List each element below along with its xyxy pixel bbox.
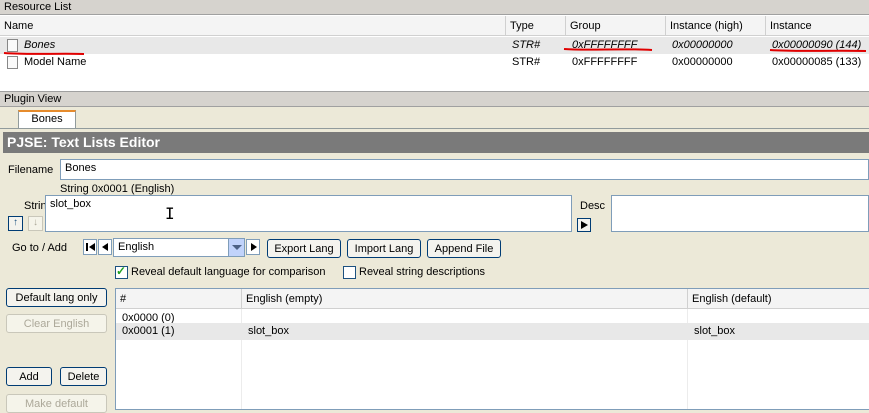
goto-label: Go to / Add — [12, 242, 68, 254]
import-lang-button[interactable]: Import Lang — [347, 239, 421, 258]
underline-name — [3, 52, 85, 55]
strings-table-header: # English (empty) English (default) — [116, 289, 869, 309]
bar-icon — [86, 243, 88, 251]
next-language-button[interactable] — [246, 239, 260, 255]
checkmark-icon: ✓ — [116, 264, 127, 278]
left-triangle-icon — [89, 243, 95, 251]
tab-strip-line — [0, 128, 869, 129]
reveal-desc-checkbox[interactable] — [343, 266, 356, 279]
right-triangle-icon — [251, 243, 257, 251]
column-english-default[interactable]: English (default) — [688, 289, 869, 309]
editor-title-bar: PJSE: Text Lists Editor — [3, 132, 869, 153]
clear-english-button[interactable]: Clear English — [6, 314, 107, 333]
column-type[interactable]: Type — [506, 16, 566, 36]
move-down-button[interactable]: ↓ — [28, 216, 43, 231]
tab-label: Bones — [31, 113, 63, 125]
plugin-view-title: Plugin View — [0, 92, 869, 107]
underline-group — [563, 48, 653, 51]
underline-instance — [769, 49, 867, 52]
append-file-button[interactable]: Append File — [427, 239, 501, 258]
chevron-down-icon — [232, 245, 242, 250]
desc-textarea[interactable] — [611, 195, 869, 232]
resource-list-panel: Resource List Name Type Group Instance (… — [0, 0, 869, 91]
move-up-button[interactable]: ↑ — [8, 216, 23, 231]
desc-play-button[interactable] — [577, 218, 591, 232]
filename-field[interactable]: Bones — [60, 159, 869, 180]
desc-label: Desc — [580, 200, 606, 212]
reveal-desc-label: Reveal string descriptions — [359, 266, 485, 278]
reveal-default-checkbox[interactable]: ✓ — [115, 264, 128, 279]
dropdown-button[interactable] — [228, 239, 244, 256]
default-lang-only-button[interactable]: Default lang only — [6, 288, 107, 307]
ibeam-cursor-icon: I — [165, 204, 175, 223]
column-instance[interactable]: Instance — [766, 16, 869, 36]
annotation-underlines — [3, 48, 867, 55]
column-instance-high[interactable]: Instance (high) — [666, 16, 766, 36]
strings-table: # English (empty) English (default) 0x00… — [115, 288, 869, 410]
resource-list-title: Resource List — [0, 0, 869, 15]
arrow-down-icon: ↓ — [33, 217, 38, 228]
row-default: slot_box — [694, 325, 735, 337]
filename-label: Filename — [8, 164, 54, 176]
editor-title: PJSE: Text Lists Editor — [7, 134, 160, 150]
delete-button[interactable]: Delete — [60, 367, 107, 386]
string-caption: String 0x0001 (English) — [60, 183, 175, 195]
row-english: slot_box — [248, 325, 289, 337]
resource-list-header: Name Type Group Instance (high) Instance — [0, 16, 869, 36]
string-textarea[interactable]: slot_box — [45, 195, 572, 232]
column-english-empty[interactable]: English (empty) — [242, 289, 688, 309]
arrow-up-icon: ↑ — [13, 217, 18, 228]
column-number[interactable]: # — [116, 289, 242, 309]
language-selected: English — [118, 241, 155, 253]
reveal-default-label: Reveal default language for comparison — [131, 266, 326, 278]
column-group[interactable]: Group — [566, 16, 666, 36]
add-button[interactable]: Add — [6, 367, 52, 386]
export-lang-button[interactable]: Export Lang — [267, 239, 341, 258]
column-name[interactable]: Name — [0, 16, 506, 36]
tab-bones[interactable]: Bones — [18, 110, 76, 129]
row-number: 0x0001 (1) — [122, 325, 175, 337]
play-icon — [581, 221, 588, 229]
table-row[interactable]: 0x0001 (1) slot_box slot_box — [116, 323, 869, 340]
make-default-button[interactable]: Make default — [6, 394, 107, 413]
string-value: slot_box — [50, 198, 91, 210]
previous-language-button[interactable] — [98, 239, 112, 255]
left-triangle-icon — [102, 243, 108, 251]
filename-value: Bones — [65, 162, 97, 174]
first-language-button[interactable] — [83, 239, 97, 255]
language-select[interactable]: English — [113, 238, 245, 257]
